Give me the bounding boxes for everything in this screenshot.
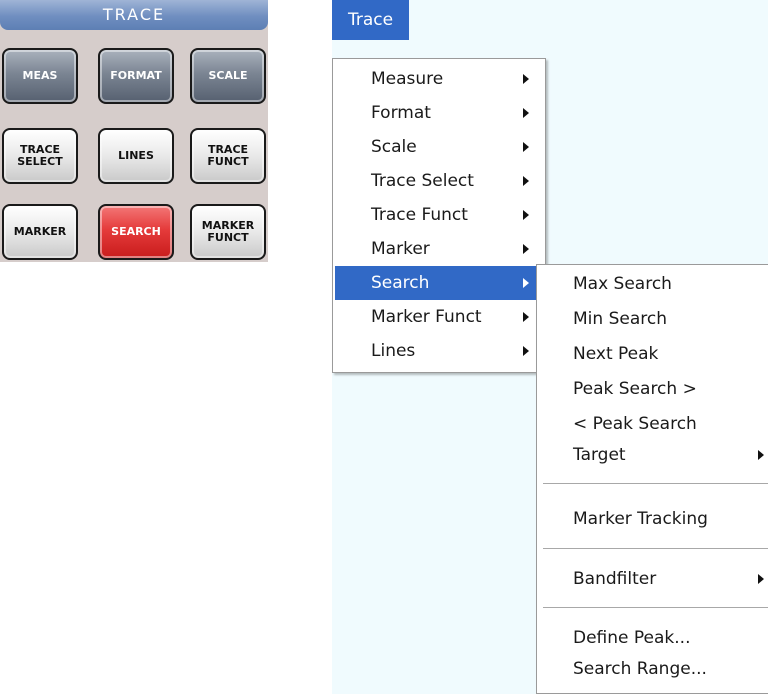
menu-item-trace-funct[interactable]: Trace Funct (335, 198, 543, 232)
menu-item-max-search[interactable]: Max Search (539, 267, 766, 301)
menu-item-label: Min Search (573, 309, 667, 329)
submenu-arrow-icon (523, 108, 529, 118)
submenu-arrow-icon (758, 574, 764, 584)
menu-item-trace-select[interactable]: Trace Select (335, 164, 543, 198)
submenu-arrow-icon (523, 346, 529, 356)
panel-title: TRACE (0, 0, 268, 30)
menu-item-label: Target (573, 445, 626, 465)
trace-hardkey-panel: TRACE MEAS FORMAT SCALE TRACE SELECT LINE… (0, 0, 268, 262)
meas-key-label: MEAS (22, 69, 58, 82)
trace-select-key[interactable]: TRACE SELECT (2, 128, 78, 184)
menu-item-bandfilter[interactable]: Bandfilter (539, 562, 766, 596)
menu-item-format[interactable]: Format (335, 96, 543, 130)
menu-item-label: Marker Tracking (573, 509, 708, 529)
menu-item-label: Search (371, 273, 430, 293)
submenu-arrow-icon (523, 210, 529, 220)
lines-key[interactable]: LINES (98, 128, 174, 184)
menu-item-search-range[interactable]: Search Range... (539, 652, 766, 686)
menu-item-label: Peak Search > (573, 379, 697, 399)
menu-item-scale[interactable]: Scale (335, 130, 543, 164)
trace-menu: Measure Format Scale Trace Select Trace … (332, 58, 546, 373)
menu-item-min-search[interactable]: Min Search (539, 302, 766, 336)
submenu-arrow-icon (523, 142, 529, 152)
search-key-label: SEARCH (111, 225, 161, 238)
meas-key[interactable]: MEAS (2, 48, 78, 104)
menu-item-label: Measure (371, 69, 444, 89)
menu-item-label: Bandfilter (573, 569, 657, 589)
menu-item-label: Trace Select (371, 171, 474, 191)
menu-item-marker-funct[interactable]: Marker Funct (335, 300, 543, 334)
menu-item-measure[interactable]: Measure (335, 62, 543, 96)
menu-item-label: Format (371, 103, 431, 123)
marker-key[interactable]: MARKER (2, 204, 78, 260)
marker-key-label: MARKER (13, 225, 67, 238)
menu-separator (543, 548, 768, 550)
marker-funct-key[interactable]: MARKER FUNCT (190, 204, 266, 260)
submenu-arrow-icon (523, 312, 529, 322)
menu-item-peak-search-right[interactable]: Peak Search > (539, 372, 766, 406)
menu-item-target[interactable]: Target (539, 438, 766, 472)
scale-key[interactable]: SCALE (190, 48, 266, 104)
trace-select-key-label: TRACE SELECT (17, 143, 63, 168)
trace-funct-key-label: TRACE FUNCT (207, 143, 249, 168)
menu-item-next-peak[interactable]: Next Peak (539, 337, 766, 371)
search-key[interactable]: SEARCH (98, 204, 174, 260)
menu-separator (543, 607, 768, 609)
menu-item-peak-search-left[interactable]: < Peak Search (539, 407, 766, 441)
scale-key-label: SCALE (208, 69, 248, 82)
menu-item-marker[interactable]: Marker (335, 232, 543, 266)
trace-funct-key[interactable]: TRACE FUNCT (190, 128, 266, 184)
menu-item-define-peak[interactable]: Define Peak... (539, 621, 766, 655)
menu-separator (543, 483, 768, 485)
marker-funct-key-label: MARKER FUNCT (201, 219, 255, 244)
menu-item-label: Define Peak... (573, 628, 691, 648)
format-key[interactable]: FORMAT (98, 48, 174, 104)
menu-item-label: Next Peak (573, 344, 659, 364)
submenu-arrow-icon (523, 74, 529, 84)
menu-item-marker-tracking[interactable]: Marker Tracking (539, 502, 766, 536)
menu-item-label: Marker Funct (371, 307, 482, 327)
menu-item-label: Search Range... (573, 659, 707, 679)
menu-item-label: < Peak Search (573, 414, 697, 434)
menubar-trace[interactable]: Trace (332, 0, 409, 40)
submenu-arrow-icon (523, 176, 529, 186)
menu-item-label: Max Search (573, 274, 672, 294)
submenu-arrow-icon (758, 450, 764, 460)
menu-item-label: Lines (371, 341, 416, 361)
submenu-arrow-icon (523, 244, 529, 254)
menu-item-label: Trace Funct (371, 205, 468, 225)
search-submenu: Max Search Min Search Next Peak Peak Sea… (536, 264, 768, 694)
menu-item-label: Scale (371, 137, 417, 157)
menu-item-search[interactable]: Search (335, 266, 543, 300)
submenu-arrow-icon (523, 278, 529, 288)
menu-item-lines[interactable]: Lines (335, 334, 543, 368)
menu-item-label: Marker (371, 239, 430, 259)
format-key-label: FORMAT (110, 69, 162, 82)
lines-key-label: LINES (118, 149, 154, 162)
